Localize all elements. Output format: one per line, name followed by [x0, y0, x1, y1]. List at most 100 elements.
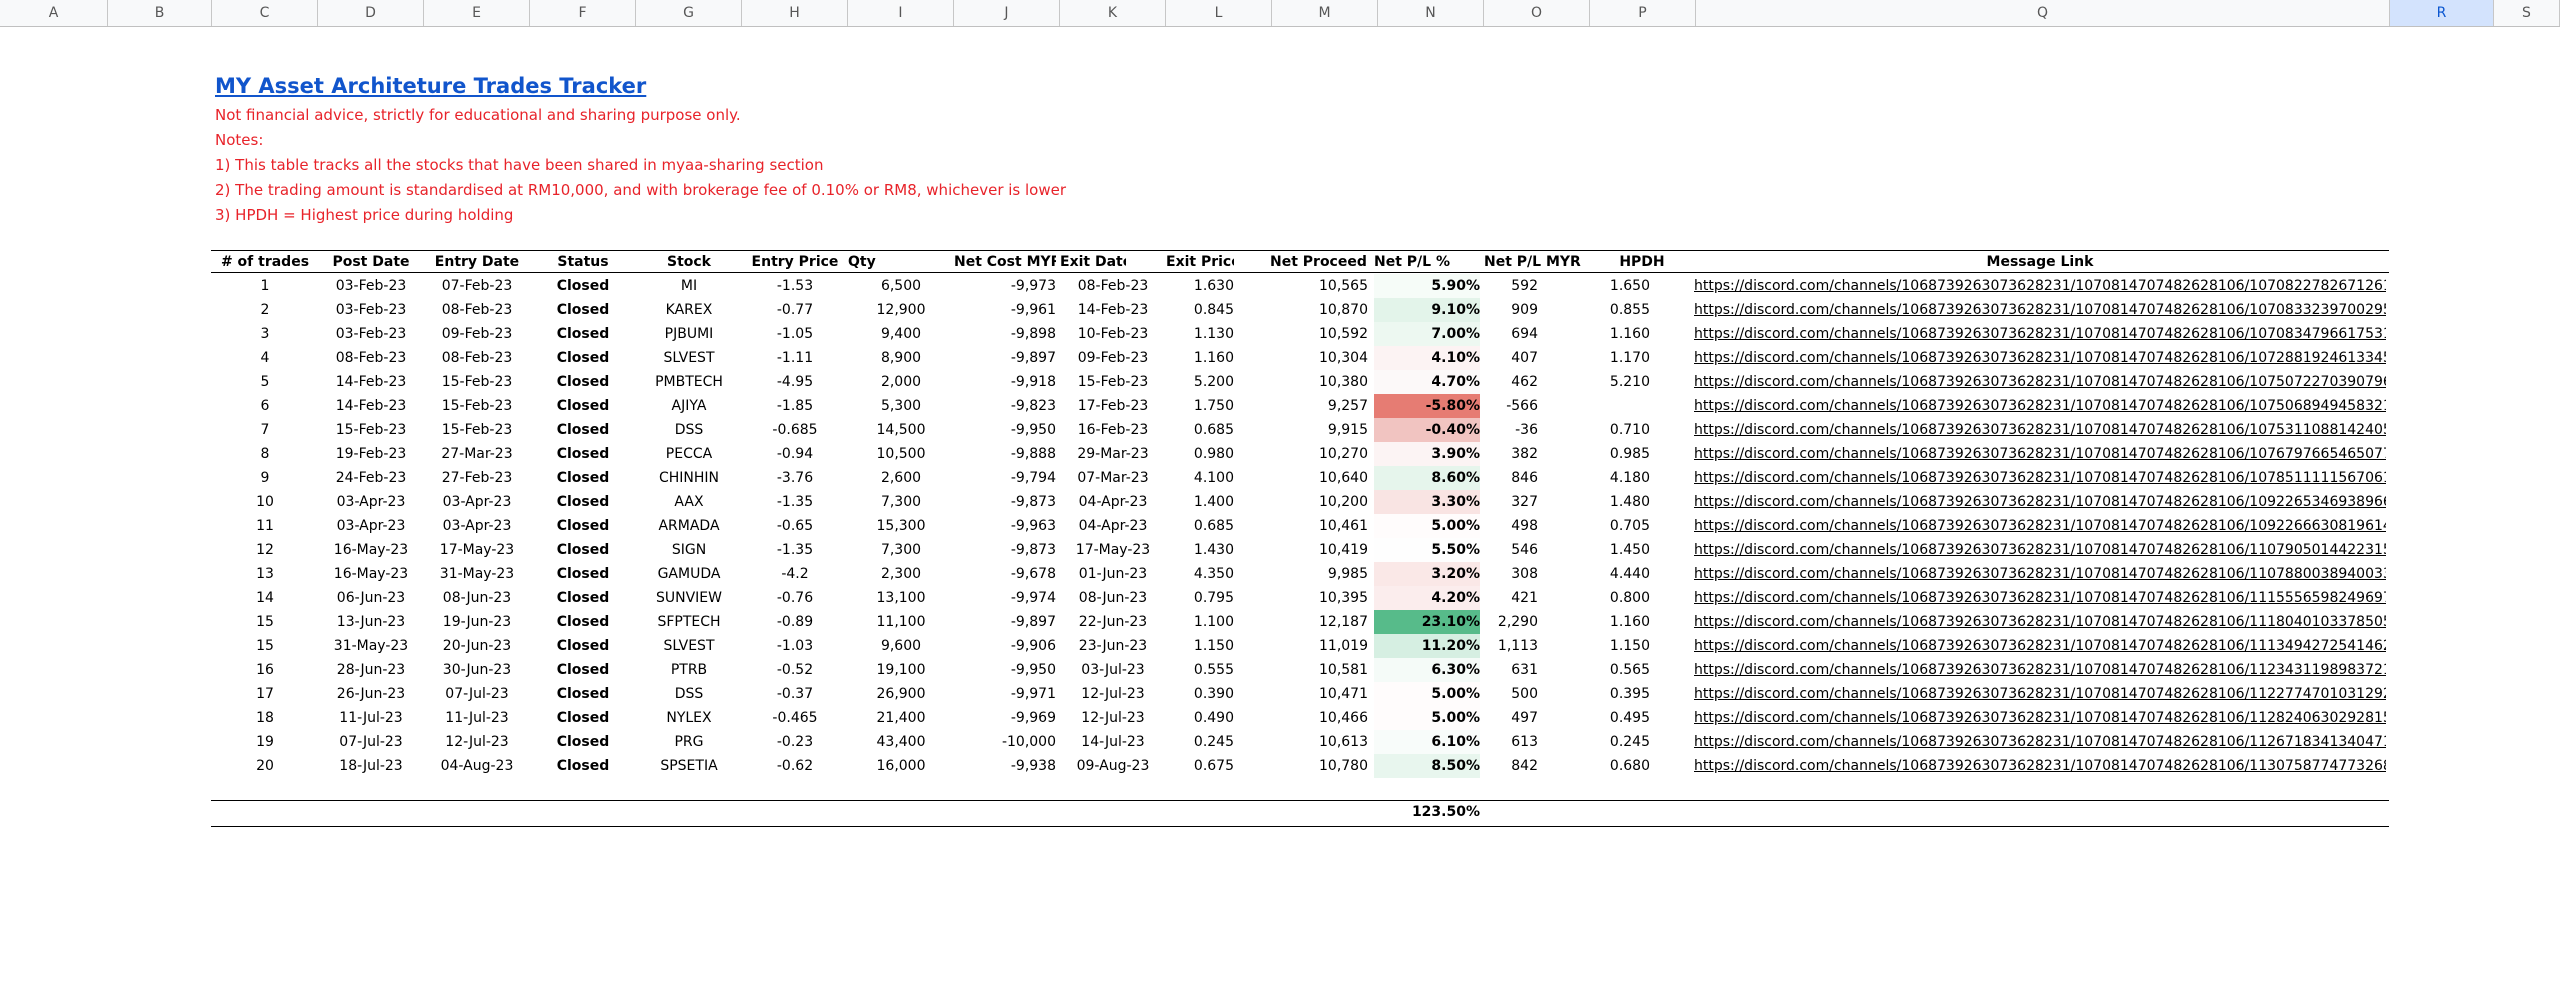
cell-entry-date[interactable]: 04-Aug-23 [424, 754, 530, 778]
cell-net-proceed[interactable]: 10,592 [1270, 322, 1368, 346]
cell-stock[interactable]: AAX [636, 490, 742, 514]
cell-trade-no[interactable]: 1 [212, 274, 318, 298]
cell-entry-price[interactable]: -0.94 [742, 442, 848, 466]
cell-post-date[interactable]: 14-Feb-23 [318, 394, 424, 418]
cell-qty[interactable]: 21,400 [848, 706, 954, 730]
column-header-b[interactable]: B [108, 0, 212, 26]
cell-exit-price[interactable]: 0.795 [1166, 586, 1234, 610]
cell-net-cost[interactable]: -9,938 [954, 754, 1056, 778]
cell-net-pl-myr[interactable]: 1,113 [1484, 634, 1538, 658]
cell-message-link[interactable]: https://discord.com/channels/10687392630… [1694, 418, 2386, 442]
cell-net-pl-myr[interactable]: 592 [1484, 274, 1538, 298]
cell-net-pl-percent[interactable]: 5.90% [1374, 274, 1480, 298]
cell-exit-price[interactable]: 4.100 [1166, 466, 1234, 490]
cell-exit-price[interactable]: 4.350 [1166, 562, 1234, 586]
cell-net-pl-percent[interactable]: 4.70% [1374, 370, 1480, 394]
cell-status[interactable]: Closed [530, 658, 636, 682]
cell-net-proceed[interactable]: 11,019 [1270, 634, 1368, 658]
cell-trade-no[interactable]: 2 [212, 298, 318, 322]
cell-post-date[interactable]: 19-Feb-23 [318, 442, 424, 466]
cell-message-link[interactable]: https://discord.com/channels/10687392630… [1694, 514, 2386, 538]
cell-qty[interactable]: 2,000 [848, 370, 954, 394]
cell-net-cost[interactable]: -9,873 [954, 490, 1056, 514]
message-link[interactable]: https://discord.com/channels/10687392630… [1694, 758, 2386, 774]
message-link[interactable]: https://discord.com/channels/10687392630… [1694, 326, 2386, 342]
cell-net-cost[interactable]: -9,973 [954, 274, 1056, 298]
cell-status[interactable]: Closed [530, 610, 636, 634]
cell-message-link[interactable]: https://discord.com/channels/10687392630… [1694, 610, 2386, 634]
cell-entry-date[interactable]: 08-Feb-23 [424, 298, 530, 322]
column-header-s[interactable]: S [2494, 0, 2560, 26]
cell-post-date[interactable]: 06-Jun-23 [318, 586, 424, 610]
cell-entry-price[interactable]: -1.11 [742, 346, 848, 370]
cell-exit-date[interactable]: 29-Mar-23 [1060, 442, 1166, 466]
cell-hpdh[interactable]: 0.800 [1590, 586, 1650, 610]
cell-trade-no[interactable]: 6 [212, 394, 318, 418]
cell-exit-price[interactable]: 1.400 [1166, 490, 1234, 514]
column-header-d[interactable]: D [318, 0, 424, 26]
cell-entry-price[interactable]: -1.35 [742, 538, 848, 562]
cell-exit-price[interactable]: 1.430 [1166, 538, 1234, 562]
cell-status[interactable]: Closed [530, 538, 636, 562]
cell-stock[interactable]: PRG [636, 730, 742, 754]
cell-stock[interactable]: NYLEX [636, 706, 742, 730]
cell-stock[interactable]: PMBTECH [636, 370, 742, 394]
cell-exit-date[interactable]: 23-Jun-23 [1060, 634, 1166, 658]
cell-entry-price[interactable]: -0.62 [742, 754, 848, 778]
cell-stock[interactable]: PJBUMI [636, 322, 742, 346]
cell-net-pl-myr[interactable]: 382 [1484, 442, 1538, 466]
cell-net-pl-percent[interactable]: 3.90% [1374, 442, 1480, 466]
cell-entry-date[interactable]: 08-Feb-23 [424, 346, 530, 370]
column-header-a[interactable]: A [0, 0, 108, 26]
cell-trade-no[interactable]: 4 [212, 346, 318, 370]
cell-post-date[interactable]: 03-Feb-23 [318, 274, 424, 298]
cell-status[interactable]: Closed [530, 514, 636, 538]
cell-message-link[interactable]: https://discord.com/channels/10687392630… [1694, 442, 2386, 466]
cell-qty[interactable]: 8,900 [848, 346, 954, 370]
cell-hpdh[interactable]: 5.210 [1590, 370, 1650, 394]
cell-exit-date[interactable]: 08-Feb-23 [1060, 274, 1166, 298]
cell-exit-price[interactable]: 0.555 [1166, 658, 1234, 682]
cell-exit-date[interactable]: 09-Feb-23 [1060, 346, 1166, 370]
cell-net-proceed[interactable]: 10,419 [1270, 538, 1368, 562]
cell-exit-date[interactable]: 10-Feb-23 [1060, 322, 1166, 346]
message-link[interactable]: https://discord.com/channels/10687392630… [1694, 590, 2386, 606]
column-header-i[interactable]: I [848, 0, 954, 26]
cell-net-proceed[interactable]: 10,471 [1270, 682, 1368, 706]
cell-entry-date[interactable]: 19-Jun-23 [424, 610, 530, 634]
cell-stock[interactable]: ARMADA [636, 514, 742, 538]
cell-net-pl-myr[interactable]: 497 [1484, 706, 1538, 730]
cell-trade-no[interactable]: 8 [212, 442, 318, 466]
message-link[interactable]: https://discord.com/channels/10687392630… [1694, 662, 2386, 678]
cell-hpdh[interactable]: 1.160 [1590, 610, 1650, 634]
message-link[interactable]: https://discord.com/channels/10687392630… [1694, 494, 2386, 510]
column-header-o[interactable]: O [1484, 0, 1590, 26]
cell-entry-price[interactable]: -0.37 [742, 682, 848, 706]
cell-net-pl-myr[interactable]: 909 [1484, 298, 1538, 322]
cell-exit-date[interactable]: 17-May-23 [1060, 538, 1166, 562]
cell-trade-no[interactable]: 14 [212, 586, 318, 610]
cell-trade-no[interactable]: 11 [212, 514, 318, 538]
cell-trade-no[interactable]: 19 [212, 730, 318, 754]
cell-net-pl-myr[interactable]: 694 [1484, 322, 1538, 346]
cell-post-date[interactable]: 31-May-23 [318, 634, 424, 658]
cell-hpdh[interactable]: 1.170 [1590, 346, 1650, 370]
cell-net-pl-percent[interactable]: 11.20% [1374, 634, 1480, 658]
cell-qty[interactable]: 9,600 [848, 634, 954, 658]
cell-status[interactable]: Closed [530, 274, 636, 298]
cell-status[interactable]: Closed [530, 322, 636, 346]
cell-net-pl-percent[interactable]: 8.50% [1374, 754, 1480, 778]
cell-net-pl-percent[interactable]: -0.40% [1374, 418, 1480, 442]
cell-exit-price[interactable]: 5.200 [1166, 370, 1234, 394]
cell-net-pl-percent[interactable]: 5.00% [1374, 682, 1480, 706]
cell-exit-date[interactable]: 15-Feb-23 [1060, 370, 1166, 394]
cell-message-link[interactable]: https://discord.com/channels/10687392630… [1694, 370, 2386, 394]
cell-net-proceed[interactable]: 10,640 [1270, 466, 1368, 490]
cell-net-pl-myr[interactable]: 613 [1484, 730, 1538, 754]
cell-net-proceed[interactable]: 10,870 [1270, 298, 1368, 322]
cell-stock[interactable]: SLVEST [636, 634, 742, 658]
cell-hpdh[interactable]: 1.150 [1590, 634, 1650, 658]
cell-net-cost[interactable]: -9,794 [954, 466, 1056, 490]
cell-exit-price[interactable]: 1.750 [1166, 394, 1234, 418]
cell-entry-date[interactable]: 09-Feb-23 [424, 322, 530, 346]
